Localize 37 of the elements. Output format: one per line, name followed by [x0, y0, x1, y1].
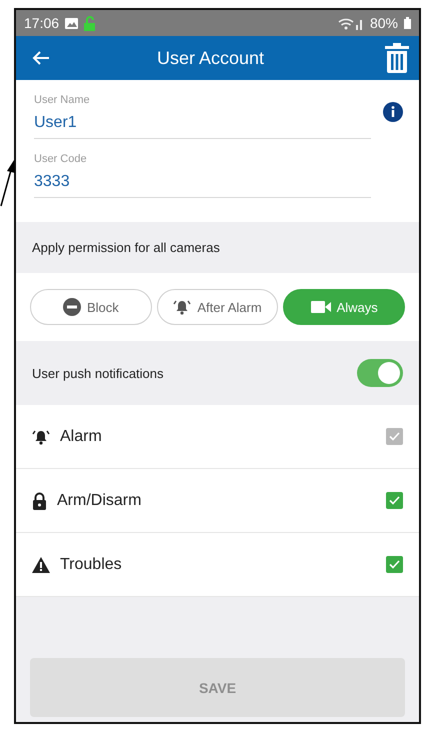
text-field[interactable]: User1 [34, 112, 371, 139]
permission-option[interactable]: Always [283, 289, 406, 325]
notification-label: Arm/Disarm [57, 492, 142, 510]
permission-option[interactable]: After Alarm [156, 289, 278, 325]
notification-label: Troubles [60, 556, 123, 574]
screen-title: User Account [156, 48, 266, 68]
field-label: User Code [34, 153, 88, 165]
annotation-arrow [0, 158, 16, 208]
wifi-signal-icon [338, 16, 364, 30]
video-camera-icon [310, 300, 331, 314]
check-icon [389, 496, 400, 505]
setting-label: User push notifications [32, 366, 165, 380]
toggle-switch[interactable] [357, 359, 403, 387]
notification-label: Alarm [60, 428, 103, 446]
trash-icon [385, 43, 409, 73]
section-heading: Apply permission for all cameras [32, 240, 221, 255]
battery-icon [404, 17, 411, 29]
check-icon [389, 432, 400, 441]
battery-percent: 80% [370, 15, 398, 31]
checkbox[interactable] [386, 556, 403, 573]
bell-icon [32, 428, 50, 444]
back-button[interactable] [32, 50, 50, 66]
field-label: User Name [34, 94, 91, 106]
warning-icon [32, 556, 50, 572]
minus-circle-icon [62, 298, 81, 316]
text-field[interactable]: 3333 [34, 171, 371, 198]
unlocked-padlock-icon [84, 16, 96, 30]
permission-option[interactable]: Block [30, 289, 152, 325]
info-icon[interactable] [383, 102, 403, 122]
check-icon [389, 560, 400, 569]
back-arrow-icon [32, 50, 50, 66]
checkbox[interactable] [386, 492, 403, 509]
delete-button[interactable] [385, 43, 409, 73]
status-time: 17:06 [24, 15, 60, 31]
bell-icon [173, 299, 192, 315]
padlock-icon [32, 492, 47, 510]
image-icon [65, 18, 78, 28]
